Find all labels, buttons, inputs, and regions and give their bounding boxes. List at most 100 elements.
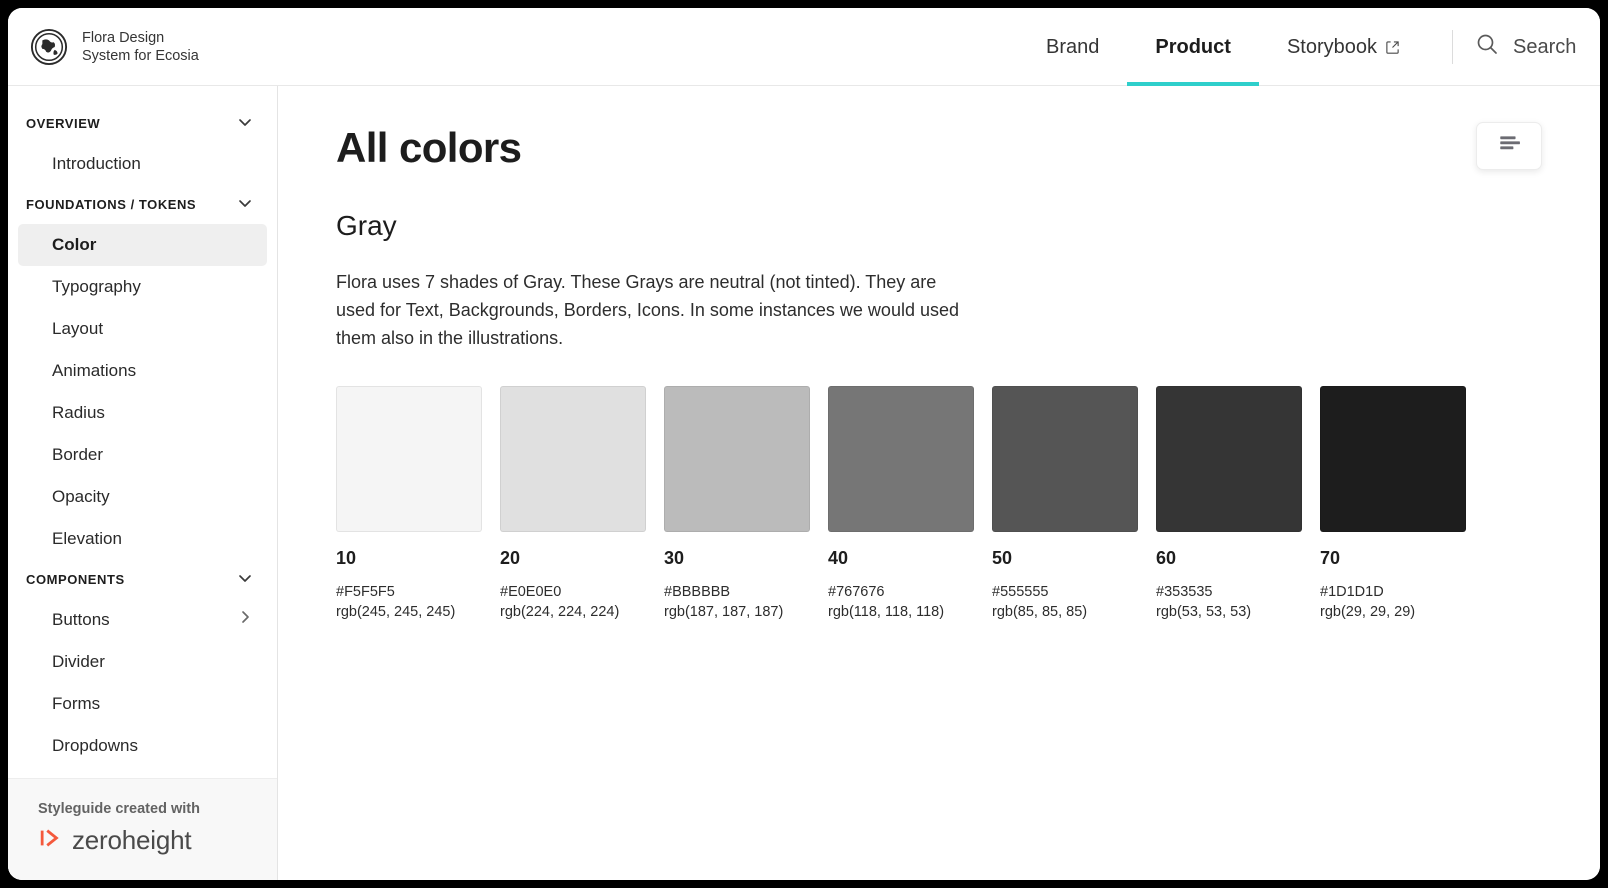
swatch-name: 50: [992, 548, 1013, 568]
color-swatch[interactable]: 30 #BBBBBB rgb(187, 187, 187): [664, 386, 810, 622]
nav-item-storybook[interactable]: Storybook: [1259, 8, 1428, 86]
swatch-rgb: rgb(245, 245, 245): [336, 604, 456, 620]
color-swatch-grid: 10 #F5F5F5 rgb(245, 245, 245) 20 #E0E0E0…: [336, 386, 1560, 646]
sidebar-item-label: Elevation: [52, 529, 122, 548]
sidebar-group-label: COMPONENTS: [26, 572, 125, 587]
swatch-rgb: rgb(53, 53, 53): [1156, 604, 1252, 620]
swatch-name: 20: [500, 548, 521, 568]
color-swatch[interactable]: 60 #353535 rgb(53, 53, 53): [1156, 386, 1302, 622]
swatch-name: 30: [664, 548, 685, 568]
nav-item-product[interactable]: Product: [1127, 8, 1259, 86]
sidebar-footer: Styleguide created with zeroheight: [8, 778, 277, 880]
sidebar-item-label: Buttons: [52, 610, 110, 629]
sidebar-group-foundations[interactable]: FOUNDATIONS / TOKENS: [8, 185, 277, 224]
section-description: Flora uses 7 shades of Gray. These Grays…: [336, 272, 959, 348]
sidebar-item-color[interactable]: Color: [18, 224, 267, 266]
swatch-hex: #E0E0E0: [500, 584, 562, 600]
sidebar-item-label: Forms: [52, 694, 101, 713]
zeroheight-mark-icon: [38, 826, 62, 855]
nav-label: Brand: [1046, 35, 1100, 58]
swatch-hex: #353535: [1156, 584, 1213, 600]
sidebar: OVERVIEW Introduction FOUNDATIONS / TOKE…: [8, 86, 278, 880]
swatch-rgb: rgb(85, 85, 85): [992, 604, 1088, 620]
nav-divider: [1452, 30, 1453, 64]
nav-label: Storybook: [1286, 35, 1377, 58]
sidebar-item-introduction[interactable]: Introduction: [18, 143, 267, 185]
sidebar-item-label: Divider: [52, 652, 105, 671]
sidebar-item-opacity[interactable]: Opacity: [18, 476, 267, 518]
sidebar-item-label: Opacity: [52, 487, 110, 506]
zeroheight-wordmark: zeroheight: [72, 825, 192, 855]
sidebar-item-elevation[interactable]: Elevation: [18, 518, 267, 560]
swatch-rgb: rgb(118, 118, 118): [828, 604, 945, 620]
search-icon: [1475, 32, 1499, 62]
swatch-hex: #F5F5F5: [336, 584, 395, 600]
text-align-icon-button[interactable]: [1476, 122, 1542, 170]
styleguide-caption: Styleguide created with: [38, 801, 200, 817]
color-swatch[interactable]: 50 #555555 rgb(85, 85, 85): [992, 386, 1138, 622]
swatch-rgb: rgb(29, 29, 29): [1320, 604, 1416, 620]
swatch-name: 40: [828, 548, 849, 568]
sidebar-nav[interactable]: OVERVIEW Introduction FOUNDATIONS / TOKE…: [8, 86, 277, 778]
section-title: Gray: [336, 210, 397, 241]
swatch-hex: #1D1D1D: [1320, 584, 1384, 600]
chevron-down-icon: [237, 114, 253, 133]
globe-icon: [30, 28, 68, 66]
swatch-chip: [992, 386, 1138, 532]
sidebar-item-buttons[interactable]: Buttons: [18, 599, 267, 641]
chevron-down-icon: [237, 570, 253, 589]
text-align-icon: [1497, 134, 1521, 159]
sidebar-item-label: Color: [52, 235, 97, 254]
nav-item-brand[interactable]: Brand: [1018, 8, 1127, 86]
sidebar-item-radius[interactable]: Radius: [18, 392, 267, 434]
app-body: OVERVIEW Introduction FOUNDATIONS / TOKE…: [8, 86, 1600, 880]
chevron-down-icon: [237, 195, 253, 214]
sidebar-item-animations[interactable]: Animations: [18, 350, 267, 392]
chevron-right-icon: [237, 609, 253, 631]
color-swatch[interactable]: 10 #F5F5F5 rgb(245, 245, 245): [336, 386, 482, 622]
swatch-name: 10: [336, 548, 357, 568]
sidebar-item-label: Dropdowns: [52, 736, 138, 755]
app-window: Flora Design System for Ecosia Brand Pro…: [8, 8, 1600, 880]
sidebar-group-components[interactable]: COMPONENTS: [8, 560, 277, 599]
top-header: Flora Design System for Ecosia Brand Pro…: [8, 8, 1600, 86]
sidebar-item-label: Radius: [52, 403, 105, 422]
sidebar-item-layout[interactable]: Layout: [18, 308, 267, 350]
sidebar-item-label: Border: [52, 445, 104, 464]
swatch-chip: [664, 386, 810, 532]
swatch-chip: [336, 386, 482, 532]
sidebar-item-label: Layout: [52, 319, 104, 338]
sidebar-group-label: OVERVIEW: [26, 116, 101, 131]
swatch-rgb: rgb(187, 187, 187): [664, 604, 784, 620]
swatch-hex: #555555: [992, 584, 1049, 600]
sidebar-item-typography[interactable]: Typography: [18, 266, 267, 308]
sidebar-item-divider[interactable]: Divider: [18, 641, 267, 683]
color-swatch[interactable]: 40 #767676 rgb(118, 118, 118): [828, 386, 974, 622]
color-swatch[interactable]: 70 #1D1D1D rgb(29, 29, 29): [1320, 386, 1466, 622]
main-content: All colors Gray Flora uses 7 shades of G…: [278, 86, 1600, 880]
search-button[interactable]: Search: [1475, 8, 1576, 86]
swatch-hex: #BBBBBB: [664, 584, 731, 600]
swatch-chip: [1156, 386, 1302, 532]
swatch-chip: [1320, 386, 1466, 532]
sidebar-item-border[interactable]: Border: [18, 434, 267, 476]
swatch-hex: #767676: [828, 584, 885, 600]
brand-title: Flora Design System for Ecosia: [82, 29, 199, 64]
page-title: All colors: [336, 124, 522, 171]
color-swatch[interactable]: 20 #E0E0E0 rgb(224, 224, 224): [500, 386, 646, 622]
sidebar-item-label: Introduction: [52, 154, 141, 173]
sidebar-group-overview[interactable]: OVERVIEW: [8, 104, 277, 143]
sidebar-item-dropdowns[interactable]: Dropdowns: [18, 725, 267, 767]
zeroheight-logo[interactable]: zeroheight: [38, 825, 247, 856]
external-link-icon: [1385, 40, 1400, 55]
sidebar-item-forms[interactable]: Forms: [18, 683, 267, 725]
swatch-name: 60: [1156, 548, 1177, 568]
swatch-name: 70: [1320, 548, 1341, 568]
sidebar-item-label: Typography: [52, 277, 141, 296]
sidebar-item-label: Animations: [52, 361, 137, 380]
main-nav: Brand Product Storybook Search: [1018, 8, 1576, 86]
sidebar-group-label: FOUNDATIONS / TOKENS: [26, 197, 197, 212]
swatch-rgb: rgb(224, 224, 224): [500, 604, 620, 620]
swatch-chip: [828, 386, 974, 532]
brand-block[interactable]: Flora Design System for Ecosia: [8, 28, 278, 66]
